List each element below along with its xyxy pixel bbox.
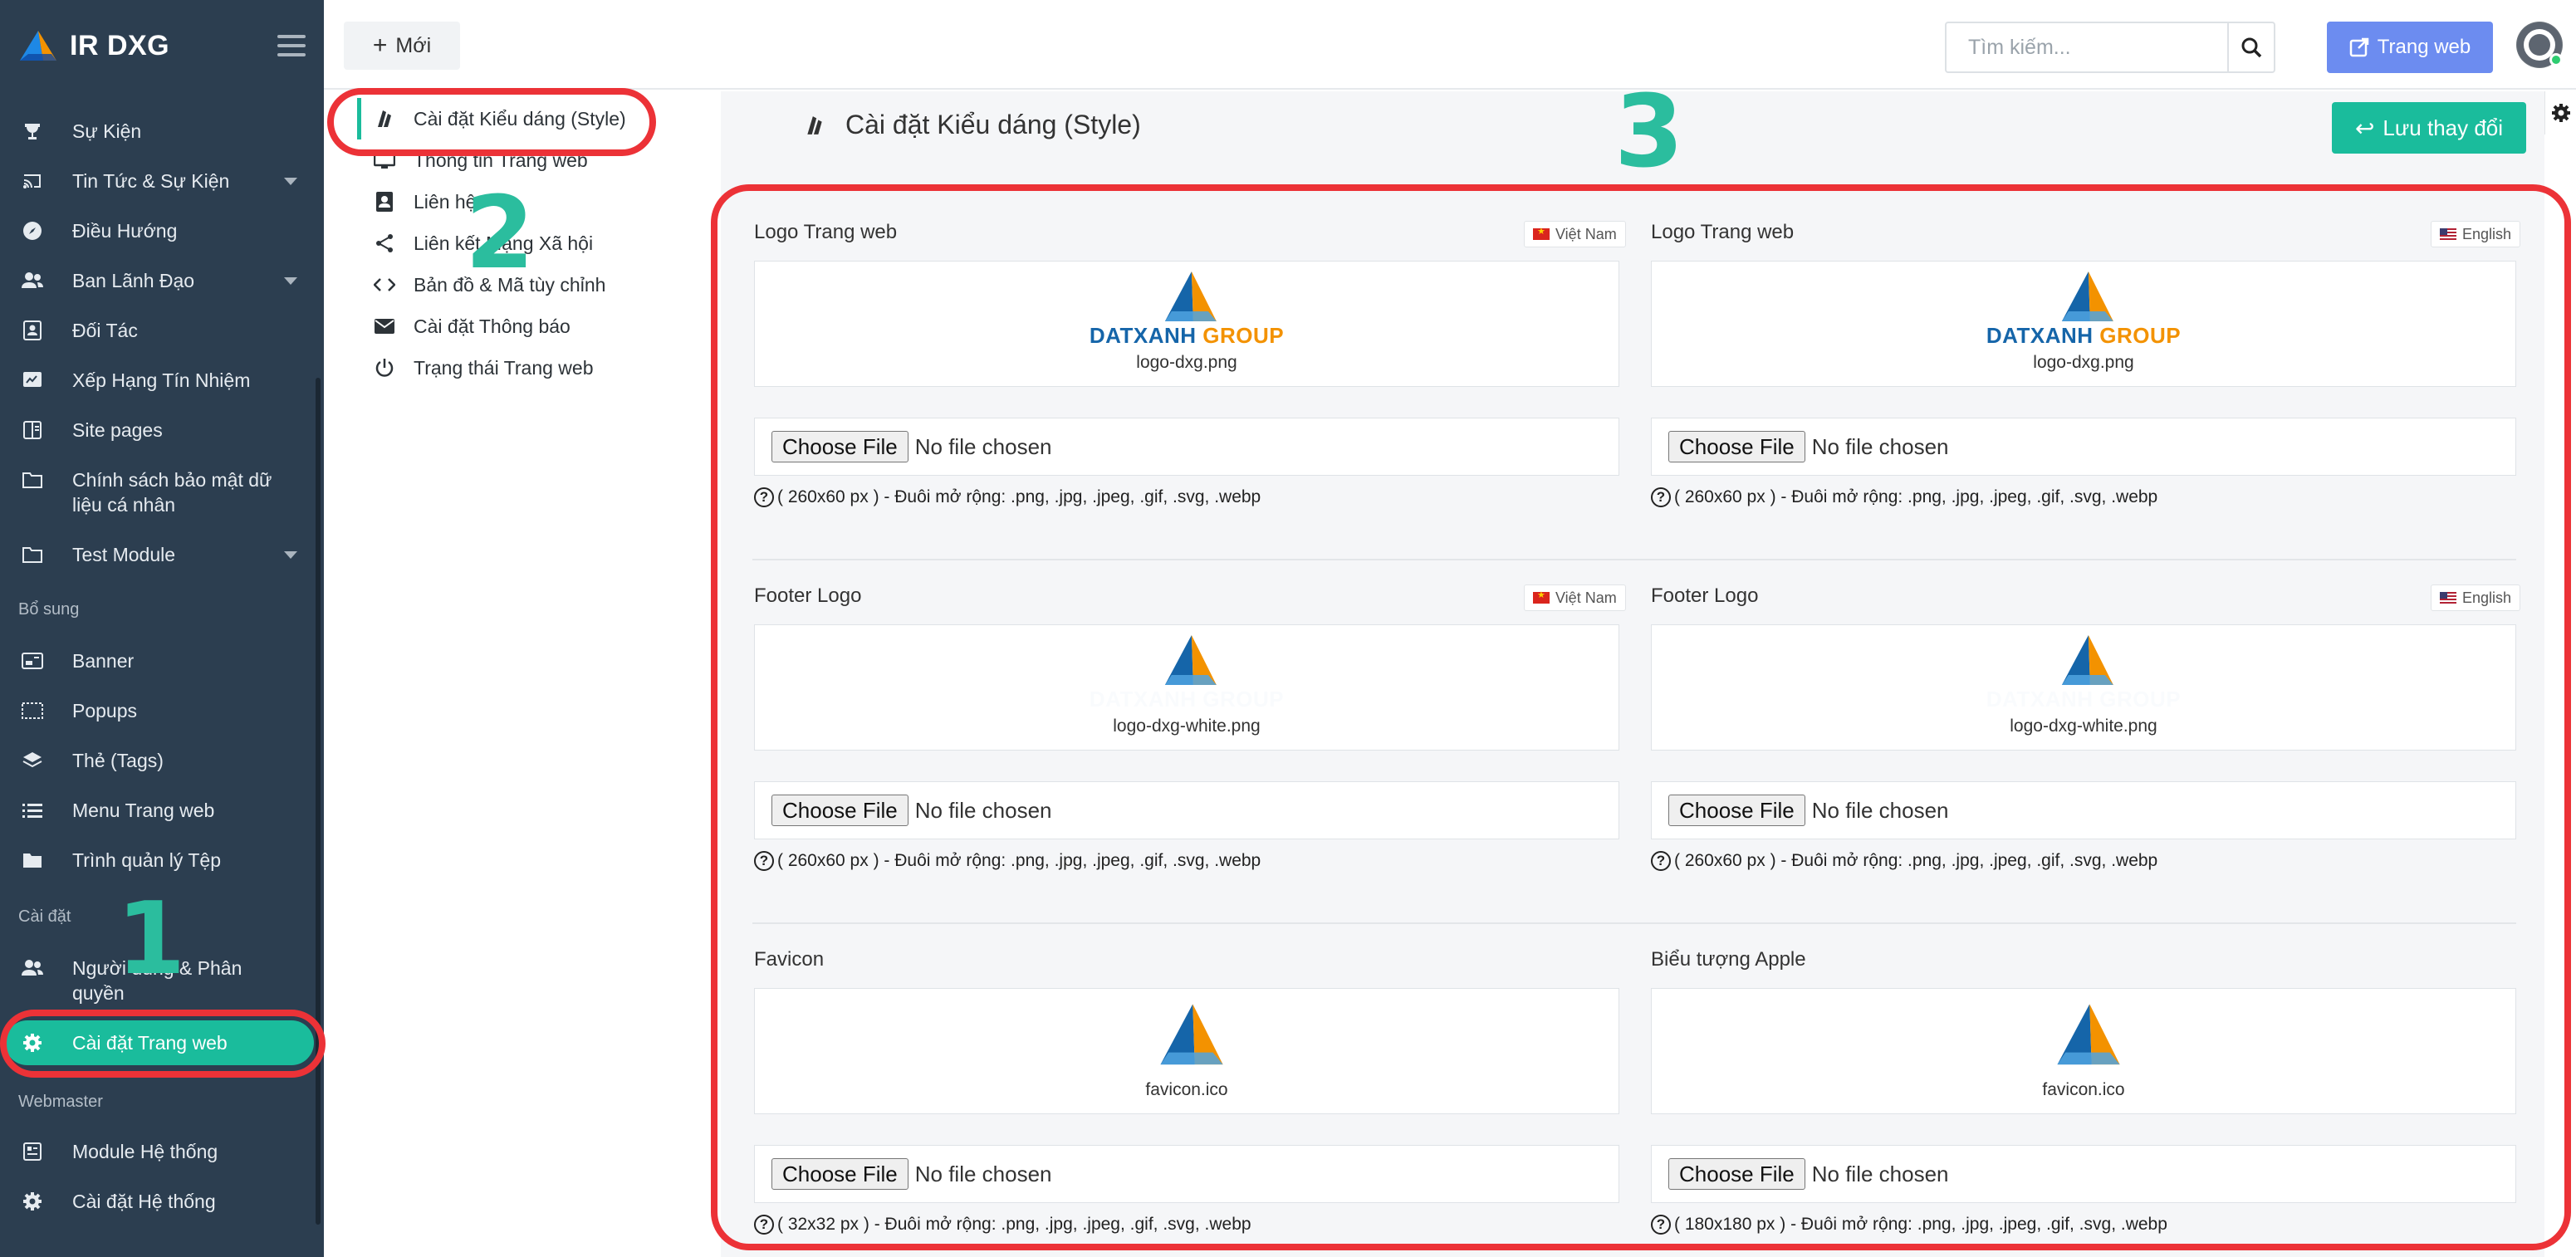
brand-title: IR DXG (70, 29, 170, 61)
sidebar-item-label: Ban Lãnh Đạo (72, 270, 195, 291)
cast-icon (20, 169, 45, 193)
plus-icon: + (372, 32, 388, 59)
list-icon (20, 798, 45, 823)
subnav-item-contact[interactable]: Liên hệ (372, 189, 476, 214)
sidebar-item-label: Chính sách bảo mật dữ (72, 469, 272, 491)
banner-icon (20, 648, 45, 673)
sidebar-item-label: Menu Trang web (72, 800, 215, 821)
sidebar-item-events[interactable]: Sự Kiện (0, 119, 317, 144)
sidebar-item-popups[interactable]: Popups (0, 698, 317, 723)
code-icon (372, 272, 397, 297)
page-title: Cài đặt Kiểu dáng (Style) (801, 110, 1141, 140)
sidebar-scrollbar[interactable] (316, 378, 321, 1225)
save-changes-button[interactable]: ↩ Lưu thay đổi (2332, 102, 2526, 154)
sidebar-item-label: Module Hệ thống (72, 1141, 218, 1162)
annotation-circle-1 (0, 1010, 326, 1078)
new-button[interactable]: + Mới (344, 22, 460, 70)
gear-icon (2551, 104, 2570, 122)
hamburger-menu-icon[interactable] (277, 35, 306, 56)
sidebar-section-extra: Bổ sung (18, 600, 80, 619)
annotation-number-2: 2 (465, 176, 535, 291)
folder-icon (20, 848, 45, 873)
search-box (1945, 22, 2275, 73)
sidebar-item-label: Banner (72, 650, 135, 672)
annotation-circle-2 (327, 88, 656, 156)
sidebar-item-banner[interactable]: Banner (0, 648, 317, 673)
sidebar-item-privacy-policy[interactable]: Chính sách bảo mật dữ liệu cá nhân (0, 467, 317, 517)
trophy-icon (20, 119, 45, 144)
brand[interactable]: IR DXG (0, 0, 324, 91)
paint-swatch-icon (801, 111, 829, 139)
page-title-text: Cài đặt Kiểu dáng (Style) (845, 110, 1141, 139)
sidebar-item-credit-rating[interactable]: Xếp Hạng Tín Nhiệm (0, 368, 317, 393)
compass-icon (20, 218, 45, 243)
contact-card-icon (20, 318, 45, 343)
folder-icon (20, 467, 45, 492)
pages-icon (20, 418, 45, 443)
sidebar-item-system-settings[interactable]: Cài đặt Hệ thống (0, 1189, 317, 1214)
sidebar-item-label: Popups (72, 700, 138, 721)
sidebar-item-navigation[interactable]: Điều Hướng (0, 218, 317, 243)
topbar: + Mới Trang web (324, 0, 2576, 90)
users-icon (20, 268, 45, 293)
website-button-label: Trang web (2377, 36, 2471, 58)
return-arrow-icon: ↩ (2354, 115, 2375, 141)
annotation-number-3: 3 (1614, 75, 1684, 190)
sidebar-item-label: Thẻ (Tags) (72, 750, 164, 771)
subnav-item-label: Cài đặt Thông báo (414, 315, 571, 337)
sidebar-item-system-modules[interactable]: Module Hệ thống (0, 1139, 317, 1164)
sidebar-item-label: Điều Hướng (72, 220, 178, 242)
chevron-down-icon (284, 276, 297, 285)
popup-icon (20, 698, 45, 723)
sidebar-item-file-manager[interactable]: Trình quản lý Tệp (0, 848, 317, 873)
module-icon (20, 1139, 45, 1164)
sidebar-item-label: Cài đặt Hệ thống (72, 1191, 216, 1212)
brand-logo-icon (20, 31, 56, 61)
chevron-down-icon (284, 550, 297, 559)
subnav-item-notifications[interactable]: Cài đặt Thông báo (372, 314, 571, 339)
gear-icon (20, 1189, 45, 1214)
new-button-label: Mới (395, 33, 432, 57)
subnav-item-label: Trạng thái Trang web (414, 356, 594, 379)
sidebar-item-label: Sự Kiện (72, 120, 142, 142)
search-button[interactable] (2227, 23, 2274, 71)
sidebar-section-webmaster: Webmaster (18, 1093, 103, 1111)
users-icon (20, 956, 45, 981)
online-status-dot (2549, 53, 2563, 66)
sidebar-item-label: Test Module (72, 544, 176, 565)
settings-gear-tab[interactable] (2544, 91, 2576, 135)
folder-icon (20, 542, 45, 567)
sidebar-section-settings: Cài đặt (18, 907, 71, 926)
chevron-down-icon (284, 177, 297, 185)
sidebar-item-news[interactable]: Tin Tức & Sự Kiện (0, 169, 317, 193)
sidebar-item-partners[interactable]: Đối Tác (0, 318, 317, 343)
share-icon (372, 231, 397, 256)
sidebar-item-tags[interactable]: Thẻ (Tags) (0, 748, 317, 773)
sidebar-item-site-pages[interactable]: Site pages (0, 418, 317, 443)
search-input[interactable] (1947, 23, 2229, 71)
save-changes-label: Lưu thay đổi (2383, 115, 2504, 140)
sidebar-item-label: Trình quản lý Tệp (72, 849, 221, 871)
search-icon (2241, 37, 2262, 58)
sidebar-item-label: Tin Tức & Sự Kiện (72, 170, 230, 192)
rating-icon (20, 368, 45, 393)
address-book-icon (372, 189, 397, 214)
annotation-number-1: 1 (116, 882, 186, 997)
sidebar-item-leadership[interactable]: Ban Lãnh Đạo (0, 268, 317, 293)
sidebar-item-label: Site pages (72, 419, 163, 441)
annotation-rectangle-3 (711, 184, 2571, 1250)
envelope-icon (372, 314, 397, 339)
subnav-item-site-status[interactable]: Trạng thái Trang web (372, 355, 594, 380)
sidebar-item-test-module[interactable]: Test Module (0, 542, 317, 567)
sidebar-item-menu[interactable]: Menu Trang web (0, 798, 317, 823)
external-link-icon (2349, 37, 2368, 57)
sidebar-item-label: Đối Tác (72, 320, 138, 341)
power-icon (372, 355, 397, 380)
layers-icon (20, 748, 45, 773)
sidebar-item-label-line2: liệu cá nhân (72, 494, 176, 516)
sidebar-item-label: Xếp Hạng Tín Nhiệm (72, 369, 251, 391)
website-button[interactable]: Trang web (2327, 22, 2493, 73)
